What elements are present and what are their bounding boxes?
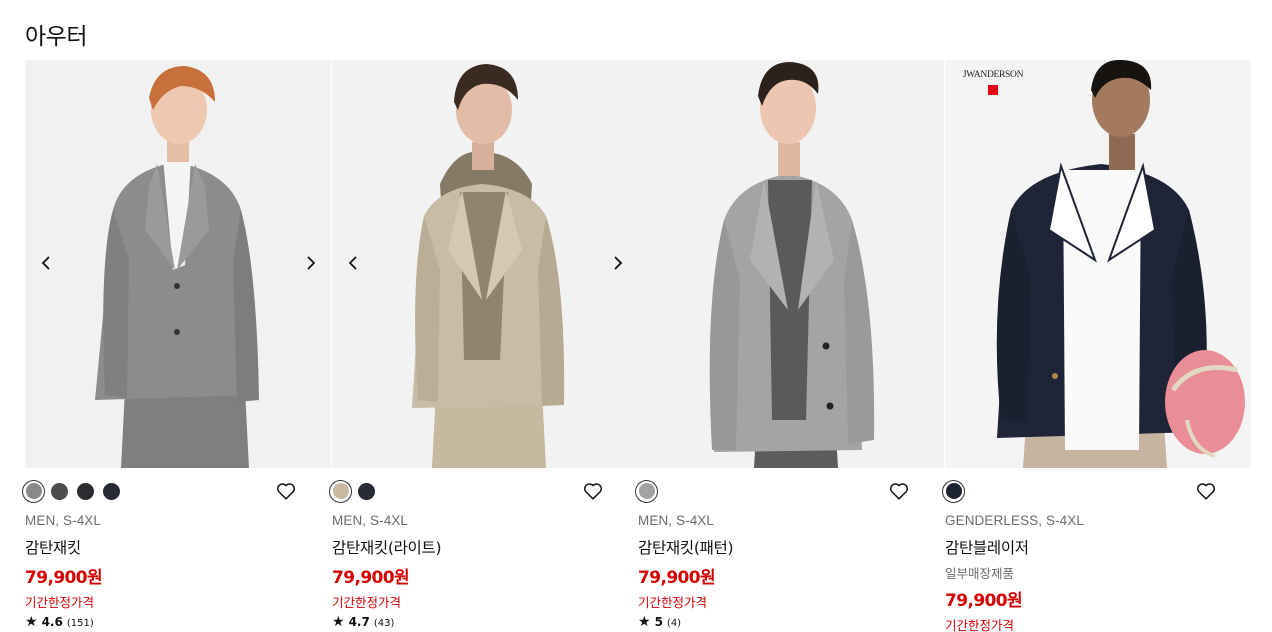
product-price: 79,900원 xyxy=(945,591,1023,611)
availability-note: 일부매장제품 xyxy=(945,566,1015,581)
product-rating: ★ 5 (4) xyxy=(638,614,681,630)
color-swatches xyxy=(22,479,123,503)
promo-label: 기간한정가격 xyxy=(638,595,708,610)
carousel-next-button[interactable] xyxy=(607,252,629,274)
brand-logo-text: JWANDERSON xyxy=(962,70,1024,80)
promo-label: 기간한정가격 xyxy=(945,618,1015,632)
product-price: 79,900원 xyxy=(638,568,716,588)
rating-score: 5 xyxy=(654,615,663,629)
brand-logo: JWANDERSON xyxy=(953,70,1033,95)
color-swatch[interactable] xyxy=(635,479,658,503)
review-count: (43) xyxy=(373,618,395,629)
product-meta: GENDERLESS, S-4XL xyxy=(945,513,1085,528)
wishlist-button[interactable] xyxy=(582,480,604,502)
review-count: (4) xyxy=(666,618,682,629)
heart-icon xyxy=(584,483,602,500)
carousel-prev-button[interactable] xyxy=(35,252,57,274)
color-swatch[interactable] xyxy=(329,479,352,503)
promo-label: 기간한정가격 xyxy=(332,595,402,610)
promo-label: 기간한정가격 xyxy=(25,595,95,610)
product-rating: ★ 4.6 (151) xyxy=(25,614,94,630)
carousel-prev-button[interactable] xyxy=(342,252,364,274)
review-count: (151) xyxy=(66,618,94,629)
product-meta: MEN, S-4XL xyxy=(332,513,409,528)
chevron-left-icon xyxy=(348,256,357,270)
product-name[interactable]: 감탄재킷(라이트) xyxy=(332,536,442,558)
wishlist-button[interactable] xyxy=(275,480,297,502)
color-swatch[interactable] xyxy=(48,480,71,503)
product-price: 79,900원 xyxy=(332,568,410,588)
color-swatch[interactable] xyxy=(22,479,45,503)
product-card[interactable]: MEN, S-4XL 감탄재킷 79,900원 기간한정가격 ★ 4.6 (15… xyxy=(22,60,331,632)
heart-icon xyxy=(890,483,908,500)
chevron-left-icon xyxy=(41,256,50,270)
product-image[interactable] xyxy=(25,60,331,468)
star-icon: ★ xyxy=(332,614,345,630)
product-image[interactable] xyxy=(332,60,638,468)
chevron-right-icon xyxy=(307,256,316,270)
product-name[interactable]: 감탄블레이저 xyxy=(945,536,1029,558)
product-meta: MEN, S-4XL xyxy=(25,513,102,528)
color-swatch[interactable] xyxy=(74,480,97,503)
uniqlo-logo-icon xyxy=(988,85,998,95)
color-swatch[interactable] xyxy=(100,480,123,503)
color-swatch[interactable] xyxy=(942,479,965,503)
star-icon: ★ xyxy=(25,614,38,630)
color-swatches xyxy=(942,479,965,503)
rating-score: 4.6 xyxy=(41,615,63,629)
heart-icon xyxy=(277,483,295,500)
product-card[interactable]: MEN, S-4XL 감탄재킷(패턴) 79,900원 기간한정가격 ★ 5 (… xyxy=(635,60,944,632)
product-image[interactable] xyxy=(638,60,944,468)
heart-icon xyxy=(1197,483,1215,500)
rating-score: 4.7 xyxy=(348,615,370,629)
carousel-next-button[interactable] xyxy=(300,252,322,274)
product-name[interactable]: 감탄재킷(패턴) xyxy=(638,536,734,558)
product-name[interactable]: 감탄재킷 xyxy=(25,536,81,558)
color-swatches xyxy=(329,479,378,503)
product-rating: ★ 4.7 (43) xyxy=(332,614,394,630)
product-card[interactable]: MEN, S-4XL 감탄재킷(라이트) 79,900원 기간한정가격 ★ 4.… xyxy=(329,60,638,632)
product-card[interactable]: JWANDERSON GENDERLESS, S-4XL 감탄블레이저 일부매장… xyxy=(942,60,1251,632)
wishlist-button[interactable] xyxy=(888,480,910,502)
product-grid: MEN, S-4XL 감탄재킷 79,900원 기간한정가격 ★ 4.6 (15… xyxy=(22,60,1251,632)
chevron-right-icon xyxy=(614,256,623,270)
section-title: 아우터 xyxy=(25,24,87,50)
color-swatches xyxy=(635,479,658,503)
product-meta: MEN, S-4XL xyxy=(638,513,715,528)
product-image[interactable]: JWANDERSON xyxy=(945,60,1251,468)
product-price: 79,900원 xyxy=(25,568,103,588)
wishlist-button[interactable] xyxy=(1195,480,1217,502)
star-icon: ★ xyxy=(638,614,651,630)
color-swatch[interactable] xyxy=(355,480,378,503)
